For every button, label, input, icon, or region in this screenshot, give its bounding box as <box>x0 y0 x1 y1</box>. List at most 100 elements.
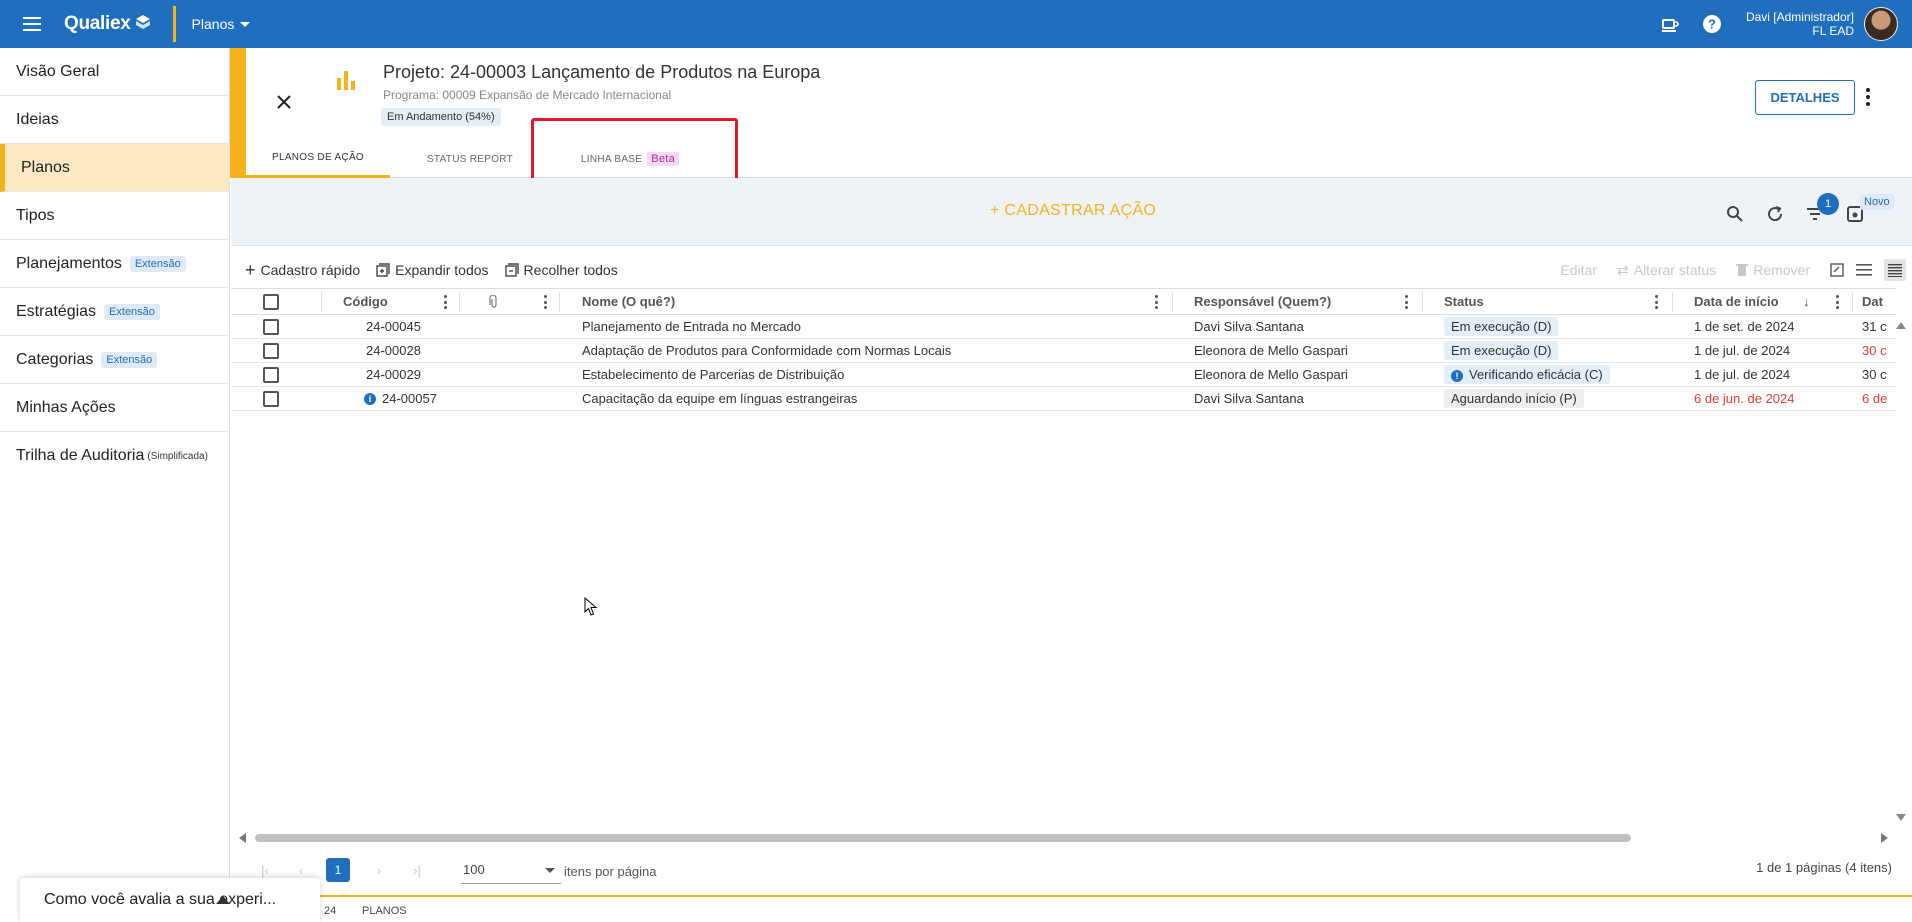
scroll-down-arrow-icon[interactable] <box>1896 814 1906 821</box>
edit-button[interactable]: Editar <box>1560 262 1597 278</box>
grid-toolbar: + Cadastro rápido Expandir todos Recolhe… <box>231 252 1912 288</box>
change-status-button[interactable]: ⇄ Alterar status <box>1617 262 1716 279</box>
add-action-button[interactable]: + CADASTRAR AÇÃO <box>990 202 1156 220</box>
bottom-breadcrumb: 24 PLANOS <box>320 895 1912 922</box>
help-icon[interactable]: ? <box>1692 4 1732 44</box>
sidebar-item-trilha-auditoria[interactable]: Trilha de Auditoria (Simplificada) <box>0 432 229 480</box>
tab-status-report[interactable]: STATUS REPORT <box>390 140 550 178</box>
attachment-icon[interactable] <box>489 289 499 314</box>
scrollbar-thumb[interactable] <box>255 834 1631 842</box>
table-row[interactable]: 24-00029 Estabelecimento de Parcerias de… <box>231 363 1896 387</box>
column-header-code[interactable]: Código <box>343 289 388 314</box>
sidebar-item-planos[interactable]: Planos <box>0 144 229 192</box>
collapse-all-button[interactable]: Recolher todos <box>504 262 618 278</box>
tab-planos-de-acao[interactable]: PLANOS DE AÇÃO <box>246 140 390 178</box>
remove-label: Remover <box>1753 262 1810 278</box>
change-status-label: Alterar status <box>1633 262 1717 278</box>
user-org: FL EAD <box>1812 24 1854 38</box>
column-header-status[interactable]: Status <box>1444 289 1484 314</box>
row-checkbox[interactable] <box>263 387 279 410</box>
row-responsible: Eleonora de Mello Gaspari <box>1194 343 1348 358</box>
extension-badge: Extensão <box>129 255 186 272</box>
details-button[interactable]: DETALHES <box>1755 80 1855 115</box>
quick-add-button[interactable]: + Cadastro rápido <box>245 260 361 280</box>
user-info[interactable]: Davi [Administrador] FL EAD <box>1746 10 1854 38</box>
more-options-icon[interactable] <box>1862 86 1874 108</box>
grid-header-row: Código Nome (O quê?) Responsável (Quem?)… <box>231 288 1896 315</box>
filter-count-badge: 1 <box>1817 193 1839 215</box>
module-selector[interactable]: Planos <box>192 16 251 32</box>
search-icon[interactable] <box>1724 203 1746 225</box>
column-menu-icon[interactable] <box>1836 295 1839 309</box>
scroll-up-arrow-icon[interactable] <box>1896 322 1906 329</box>
page-size-label: itens por página <box>564 864 657 879</box>
column-menu-icon[interactable] <box>1405 295 1408 309</box>
scroll-right-arrow-icon[interactable] <box>1881 833 1888 843</box>
select-all-checkbox[interactable] <box>263 289 279 314</box>
row-code: 24-00057 <box>382 391 437 406</box>
table-row[interactable]: 24-00028 Adaptação de Produtos para Conf… <box>231 339 1896 363</box>
row-checkbox[interactable] <box>263 339 279 362</box>
column-menu-icon[interactable] <box>544 295 547 309</box>
row-checkbox[interactable] <box>263 315 279 338</box>
page-summary: 1 de 1 páginas (4 itens) <box>1756 860 1892 875</box>
sidebar-item-tipos[interactable]: Tipos <box>0 192 229 240</box>
column-menu-icon[interactable] <box>1155 295 1158 309</box>
row-name[interactable]: Adaptação de Produtos para Conformidade … <box>582 339 951 362</box>
row-start-date: 1 de jul. de 2024 <box>1694 367 1791 382</box>
feedback-widget[interactable]: Como você avalia a sua experi... <box>20 878 320 922</box>
row-responsible: Davi Silva Santana <box>1194 319 1304 334</box>
sidebar-item-label: Categorias <box>16 350 94 368</box>
table-row[interactable]: i 24-00057 Capacitação da equipe em língu… <box>231 387 1896 411</box>
chevron-down-icon <box>240 21 251 27</box>
compact-view-icon[interactable] <box>1884 259 1906 281</box>
row-name[interactable]: Planejamento de Entrada no Mercado <box>582 315 801 338</box>
chevron-up-icon[interactable] <box>216 896 230 904</box>
close-icon[interactable] <box>270 88 298 116</box>
quick-add-label: Cadastro rápido <box>260 262 361 278</box>
alert-icon: ! <box>1451 370 1463 382</box>
avatar[interactable] <box>1864 7 1898 41</box>
next-page-icon[interactable]: › <box>367 858 391 882</box>
sidebar-item-minhas-acoes[interactable]: Minhas Ações <box>0 384 229 432</box>
row-name[interactable]: Estabelecimento de Parcerias de Distribu… <box>582 363 844 386</box>
sidebar-item-categorias[interactable]: Categorias Extensão <box>0 336 229 384</box>
breadcrumb-item[interactable]: PLANOS <box>362 905 407 917</box>
column-header-name[interactable]: Nome (O quê?) <box>582 289 675 314</box>
expand-all-button[interactable]: Expandir todos <box>376 262 489 278</box>
edit-label: Editar <box>1560 262 1597 278</box>
row-checkbox[interactable] <box>263 363 279 386</box>
table-row[interactable]: 24-00045 Planejamento de Entrada no Merc… <box>231 315 1896 339</box>
list-view-icon[interactable] <box>1856 264 1872 276</box>
column-header-end[interactable]: Dat <box>1862 289 1883 314</box>
sidebar-item-ideias[interactable]: Ideias <box>0 96 229 144</box>
column-header-responsible[interactable]: Responsável (Quem?) <box>1194 289 1331 314</box>
column-menu-icon[interactable] <box>1655 295 1658 309</box>
qualiex-logo[interactable]: Qualiex <box>64 13 151 35</box>
current-page-button[interactable]: 1 <box>326 858 350 882</box>
column-header-start[interactable]: Data de início <box>1694 289 1779 314</box>
info-icon[interactable]: i <box>364 392 376 405</box>
sidebar-item-planejamentos[interactable]: Planejamentos Extensão <box>0 240 229 288</box>
row-responsible: Eleonora de Mello Gaspari <box>1194 367 1348 382</box>
scroll-left-arrow-icon[interactable] <box>239 833 246 843</box>
program-subtitle: Programa: 00009 Expansão de Mercado Inte… <box>383 88 672 102</box>
sort-down-icon[interactable]: ↓ <box>1803 289 1810 314</box>
sidebar-item-visao-geral[interactable]: Visão Geral <box>0 48 229 96</box>
horizontal-scrollbar[interactable] <box>231 829 1896 845</box>
row-start-date: 1 de jul. de 2024 <box>1694 343 1791 358</box>
plus-icon: + <box>245 260 256 280</box>
column-menu-icon[interactable] <box>444 295 447 309</box>
breadcrumb-item[interactable]: 24 <box>324 905 336 917</box>
remove-button[interactable]: Remover <box>1736 262 1810 278</box>
sidebar-item-estrategias[interactable]: Estratégias Extensão <box>0 288 229 336</box>
edit-form-icon[interactable] <box>1830 263 1844 277</box>
coffee-icon[interactable] <box>1650 4 1690 44</box>
row-end-date: 30 c <box>1862 343 1887 358</box>
sidebar-item-label: Estratégias <box>16 302 97 320</box>
menu-icon[interactable] <box>0 0 64 48</box>
page-size-select[interactable]: 100 <box>461 856 561 884</box>
last-page-icon[interactable]: ›| <box>405 858 429 882</box>
row-name[interactable]: Capacitação da equipe em línguas estrang… <box>582 387 857 410</box>
refresh-icon[interactable] <box>1764 203 1786 225</box>
